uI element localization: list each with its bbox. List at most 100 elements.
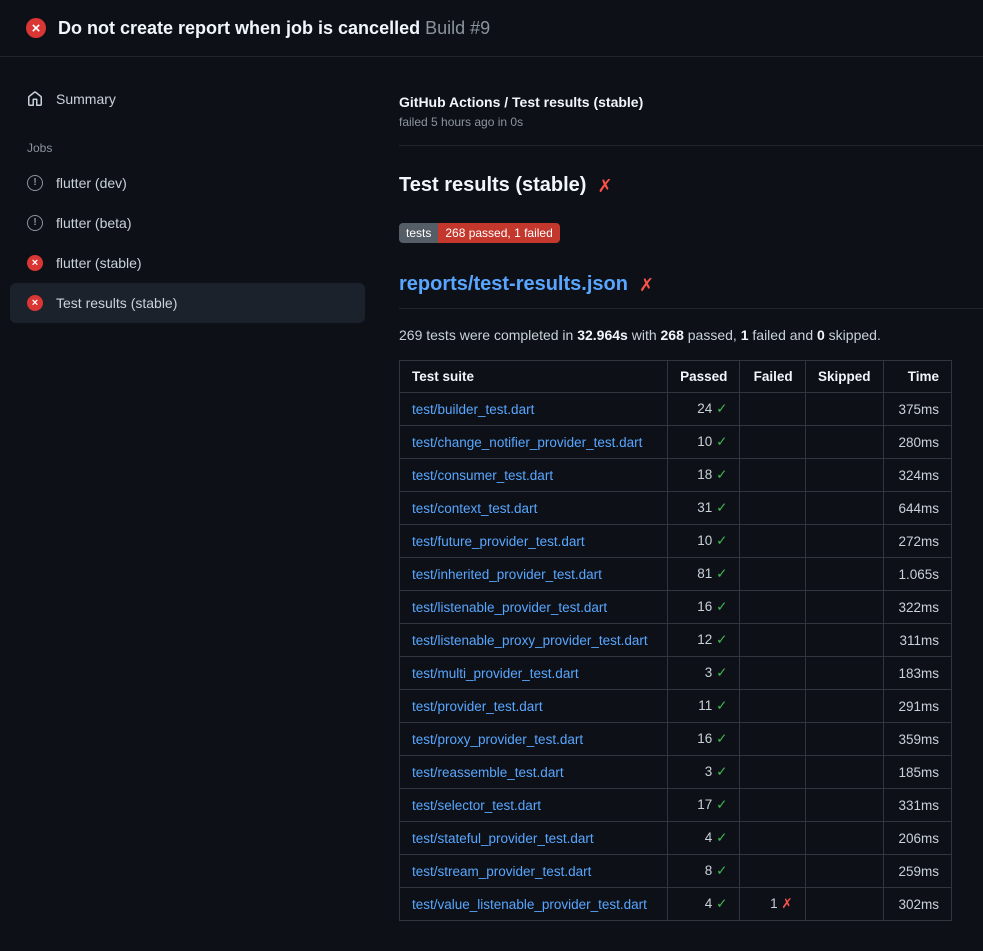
sidebar-item-flutter-stable[interactable]: × flutter (stable) — [10, 243, 365, 283]
sidebar-item-test-results-stable[interactable]: ×Test results (stable) — [10, 283, 365, 323]
suite-link[interactable]: test/future_provider_test.dart — [412, 534, 585, 549]
failed-cell: 1 ✗ — [740, 888, 805, 921]
check-icon: ✓ — [716, 632, 727, 647]
suite-cell: test/stream_provider_test.dart — [400, 855, 668, 888]
count: 18 — [697, 467, 712, 482]
failed-cell — [740, 591, 805, 624]
report-heading: reports/test-results.json ✗ — [399, 273, 983, 309]
time-cell: 322ms — [883, 591, 951, 624]
summary-passed: 268 — [661, 327, 684, 343]
count: 81 — [697, 566, 712, 581]
suite-cell: test/value_listenable_provider_test.dart — [400, 888, 668, 921]
check-icon: ✓ — [716, 434, 727, 449]
skipped-cell — [805, 558, 883, 591]
suite-link[interactable]: test/proxy_provider_test.dart — [412, 732, 583, 747]
suite-cell: test/proxy_provider_test.dart — [400, 723, 668, 756]
count: 4 — [705, 896, 713, 911]
skipped-cell — [805, 690, 883, 723]
suite-link[interactable]: test/listenable_provider_test.dart — [412, 600, 607, 615]
suite-cell: test/builder_test.dart — [400, 393, 668, 426]
suite-link[interactable]: test/value_listenable_provider_test.dart — [412, 897, 647, 912]
table-row: test/provider_test.dart11 ✓291ms — [400, 690, 952, 723]
failed-x-icon: ✗ — [597, 177, 612, 195]
sidebar-item-label: flutter (beta) — [56, 215, 131, 231]
check-icon: ✓ — [716, 599, 727, 614]
suite-link[interactable]: test/stream_provider_test.dart — [412, 864, 591, 879]
summary-skipped: 0 — [817, 327, 825, 343]
summary-text-1: tests were completed in — [422, 327, 577, 343]
passed-cell: 3 ✓ — [668, 657, 740, 690]
suite-link[interactable]: test/builder_test.dart — [412, 402, 534, 417]
divider — [399, 145, 983, 146]
passed-cell: 16 ✓ — [668, 591, 740, 624]
x-circle-icon: × — [26, 18, 46, 38]
check-icon: ✓ — [716, 401, 727, 416]
suite-cell: test/listenable_provider_test.dart — [400, 591, 668, 624]
failed-cell — [740, 558, 805, 591]
skipped-cell — [805, 525, 883, 558]
x-circle-icon: × — [27, 255, 43, 271]
sidebar-item-flutter-dev[interactable]: !flutter (dev) — [10, 163, 365, 203]
page: × Do not create report when job is cance… — [0, 0, 983, 951]
summary-count: 269 — [399, 327, 422, 343]
suite-link[interactable]: test/change_notifier_provider_test.dart — [412, 435, 642, 450]
suite-cell: test/selector_test.dart — [400, 789, 668, 822]
badge-label: tests — [399, 223, 438, 243]
skipped-cell — [805, 492, 883, 525]
skipped-cell — [805, 723, 883, 756]
suite-link[interactable]: test/inherited_provider_test.dart — [412, 567, 602, 582]
sidebar-item-flutter-beta[interactable]: !flutter (beta) — [10, 203, 365, 243]
failed-cell — [740, 756, 805, 789]
summary-text-5: skipped. — [825, 327, 881, 343]
time-cell: 359ms — [883, 723, 951, 756]
summary-text-3: passed, — [684, 327, 741, 343]
count: 3 — [705, 665, 713, 680]
check-icon: ✓ — [716, 665, 727, 680]
failed-cell — [740, 525, 805, 558]
table-row: test/listenable_proxy_provider_test.dart… — [400, 624, 952, 657]
results-table: Test suitePassedFailedSkippedTime test/b… — [399, 360, 952, 921]
count: 4 — [705, 830, 713, 845]
check-icon: ✓ — [716, 500, 727, 515]
suite-link[interactable]: test/selector_test.dart — [412, 798, 541, 813]
main-content: GitHub Actions / Test results (stable) f… — [375, 57, 983, 951]
column-header-passed: Passed — [668, 361, 740, 393]
suite-link[interactable]: test/provider_test.dart — [412, 699, 543, 714]
sidebar-item-label: flutter (stable) — [56, 255, 142, 271]
passed-cell: 4 ✓ — [668, 822, 740, 855]
failed-cell — [740, 657, 805, 690]
sidebar-item-summary[interactable]: Summary — [10, 79, 365, 119]
suite-link[interactable]: test/listenable_proxy_provider_test.dart — [412, 633, 648, 648]
report-link[interactable]: reports/test-results.json — [399, 273, 628, 296]
passed-cell: 8 ✓ — [668, 855, 740, 888]
time-cell: 183ms — [883, 657, 951, 690]
count: 8 — [705, 863, 713, 878]
layout: Summary Jobs !flutter (dev)!flutter (bet… — [0, 57, 983, 951]
column-header-skipped: Skipped — [805, 361, 883, 393]
suite-cell: test/reassemble_test.dart — [400, 756, 668, 789]
suite-link[interactable]: test/reassemble_test.dart — [412, 765, 564, 780]
check-icon: ✓ — [716, 896, 727, 911]
check-icon: ✓ — [716, 863, 727, 878]
suite-link[interactable]: test/stateful_provider_test.dart — [412, 831, 594, 846]
check-icon: ✓ — [716, 764, 727, 779]
results-table-body: test/builder_test.dart24 ✓375mstest/chan… — [400, 393, 952, 921]
failed-cell — [740, 855, 805, 888]
suite-link[interactable]: test/context_test.dart — [412, 501, 537, 516]
suite-link[interactable]: test/consumer_test.dart — [412, 468, 553, 483]
column-header-time: Time — [883, 361, 951, 393]
jobs-section-label: Jobs — [27, 141, 375, 155]
passed-cell: 17 ✓ — [668, 789, 740, 822]
passed-cell: 10 ✓ — [668, 525, 740, 558]
run-meta: failed 5 hours ago in 0s — [399, 115, 952, 129]
time-cell: 206ms — [883, 822, 951, 855]
table-row: test/reassemble_test.dart3 ✓185ms — [400, 756, 952, 789]
count: 16 — [697, 599, 712, 614]
table-row: test/context_test.dart31 ✓644ms — [400, 492, 952, 525]
skipped-cell — [805, 591, 883, 624]
count: 24 — [697, 401, 712, 416]
passed-cell: 12 ✓ — [668, 624, 740, 657]
suite-link[interactable]: test/multi_provider_test.dart — [412, 666, 579, 681]
tests-badge: tests 268 passed, 1 failed — [399, 223, 560, 243]
skipped-cell — [805, 459, 883, 492]
